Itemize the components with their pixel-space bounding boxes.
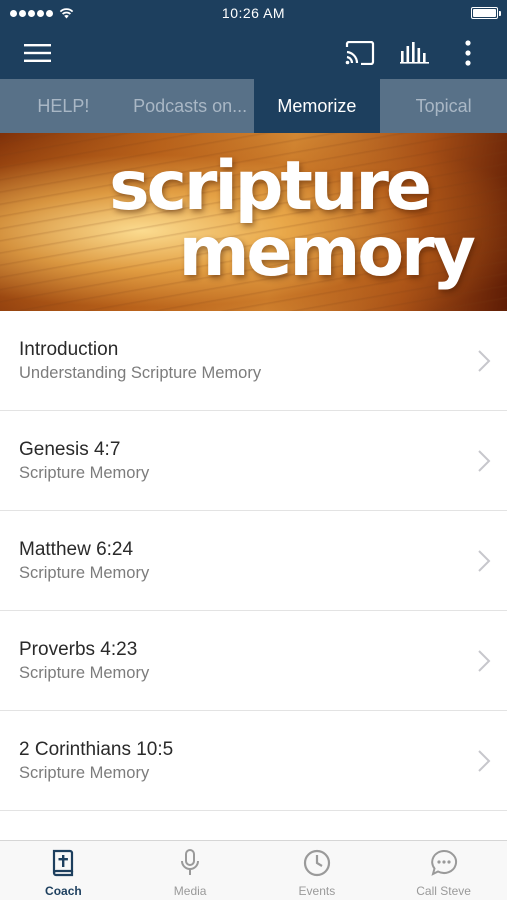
status-time: 10:26 AM bbox=[221, 5, 286, 21]
nav-call-steve[interactable]: Call Steve bbox=[380, 841, 507, 900]
chevron-right-icon bbox=[478, 650, 491, 672]
bible-icon bbox=[53, 849, 74, 877]
battery-icon bbox=[471, 7, 501, 19]
more-vertical-icon bbox=[465, 39, 471, 66]
chevron-right-icon bbox=[478, 350, 491, 372]
list-item-subtitle: Understanding Scripture Memory bbox=[19, 364, 262, 382]
list-item-subtitle: Scripture Memory bbox=[19, 664, 150, 682]
microphone-icon bbox=[181, 849, 200, 875]
banner-title-line1: scripture bbox=[109, 147, 432, 226]
hamburger-menu-button[interactable] bbox=[14, 26, 62, 79]
list-item[interactable]: Matthew 6:24 Scripture Memory bbox=[0, 511, 507, 611]
list-item-subtitle: Scripture Memory bbox=[19, 464, 150, 482]
nav-events-label: Events bbox=[298, 884, 336, 898]
nav-coach[interactable]: Coach bbox=[0, 841, 127, 900]
list-item[interactable]: Genesis 4:7 Scripture Memory bbox=[0, 411, 507, 511]
chevron-right-icon bbox=[478, 750, 491, 772]
nav-media-label: Media bbox=[173, 884, 207, 898]
nav-events[interactable]: Events bbox=[254, 841, 381, 900]
list-item-title: 2 Corinthians 10:5 bbox=[19, 739, 174, 760]
nav-coach-label: Coach bbox=[45, 884, 82, 898]
tab-podcasts[interactable]: Podcasts on... bbox=[127, 79, 254, 133]
nav-call-steve-label: Call Steve bbox=[416, 884, 471, 898]
audio-bars-button[interactable] bbox=[391, 26, 439, 79]
hamburger-menu-icon bbox=[24, 43, 51, 62]
chevron-right-icon bbox=[478, 550, 491, 572]
scripture-memory-banner: scripture memory bbox=[0, 133, 507, 311]
list-item[interactable]: Proverbs 4:23 Scripture Memory bbox=[0, 611, 507, 711]
list-item-subtitle: Scripture Memory bbox=[19, 764, 150, 782]
tab-help[interactable]: HELP! bbox=[0, 79, 127, 133]
tab-topical[interactable]: Topical bbox=[380, 79, 507, 133]
list-item-title: Matthew 6:24 bbox=[19, 539, 134, 560]
bottom-nav: Coach Media Events Call Steve bbox=[0, 840, 507, 900]
list-item-title: Proverbs 4:23 bbox=[19, 639, 138, 660]
cast-button[interactable] bbox=[336, 26, 384, 79]
list-item-subtitle: Scripture Memory bbox=[19, 564, 150, 582]
more-options-button[interactable] bbox=[444, 26, 492, 79]
clock-icon bbox=[303, 849, 330, 877]
chevron-right-icon bbox=[478, 450, 491, 472]
tab-memorize[interactable]: Memorize bbox=[253, 79, 381, 133]
list-item[interactable]: Introduction Understanding Scripture Mem… bbox=[0, 311, 507, 411]
banner-title-line2: memory bbox=[178, 213, 476, 292]
list-item[interactable]: 2 Corinthians 10:5 Scripture Memory bbox=[0, 711, 507, 811]
list-item-title: Introduction bbox=[19, 339, 119, 360]
chat-bubble-icon bbox=[430, 849, 457, 876]
cast-icon bbox=[345, 40, 375, 65]
audio-bars-icon bbox=[400, 41, 429, 64]
list-item-title: Genesis 4:7 bbox=[19, 439, 121, 460]
status-bar: 10:26 AM bbox=[0, 0, 507, 26]
app-bar bbox=[0, 26, 507, 79]
nav-media[interactable]: Media bbox=[127, 841, 254, 900]
category-tabs: HELP! Podcasts on... Memorize Topical bbox=[0, 79, 507, 133]
scripture-list: Introduction Understanding Scripture Mem… bbox=[0, 311, 507, 811]
